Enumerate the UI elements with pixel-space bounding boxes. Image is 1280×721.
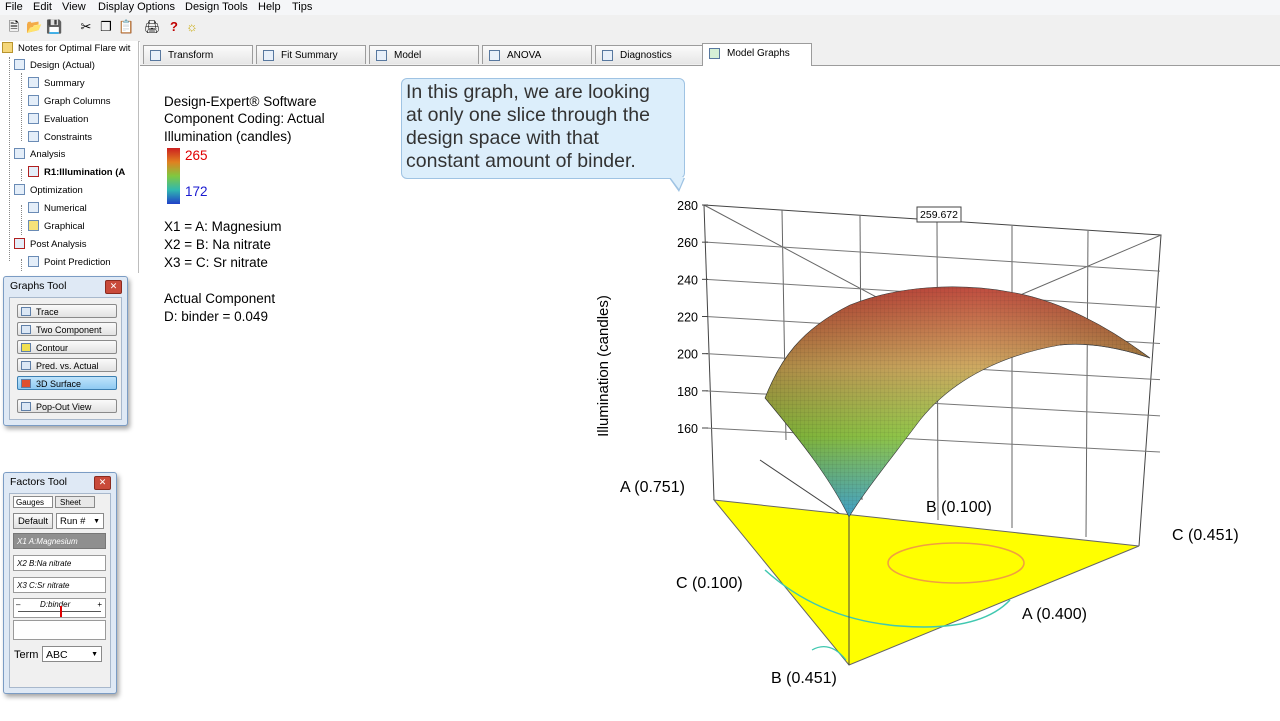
vertex-label-c-high: C (0.451) [1172, 527, 1239, 544]
z-gridline [705, 427, 1161, 453]
z-axis-ticks: 280 260 240 220 200 180 160 [677, 199, 708, 436]
z-tick-label: 160 [677, 422, 698, 436]
tab-model-graphs[interactable]: Model Graphs [702, 43, 812, 66]
3d-surface-chart: 280 260 240 220 200 180 160 259.672 Illuminati… [595, 199, 1239, 687]
floor-contour-plane [712, 499, 1140, 666]
vertex-label-a-high: A (0.751) [620, 479, 685, 496]
peak-value-label: 259.672 [920, 209, 958, 221]
response-surface [764, 286, 1151, 518]
z-tick-label: 180 [677, 385, 698, 399]
z-tick-label: 220 [677, 311, 698, 325]
model-graphs-icon [709, 48, 720, 59]
z-axis-title: Illumination (candles) [595, 295, 612, 437]
vertex-label-a-low: A (0.400) [1022, 606, 1087, 623]
vertex-label-b-low: B (0.100) [926, 499, 992, 516]
vertex-label-c-low: C (0.100) [676, 575, 743, 592]
vertex-label-b-high: B (0.451) [771, 670, 837, 687]
z-tick-label: 240 [677, 273, 698, 287]
z-tick-label: 260 [677, 236, 698, 250]
z-tick-label: 280 [677, 199, 698, 213]
z-tick-label: 200 [677, 348, 698, 362]
z-gridline [705, 241, 1161, 272]
